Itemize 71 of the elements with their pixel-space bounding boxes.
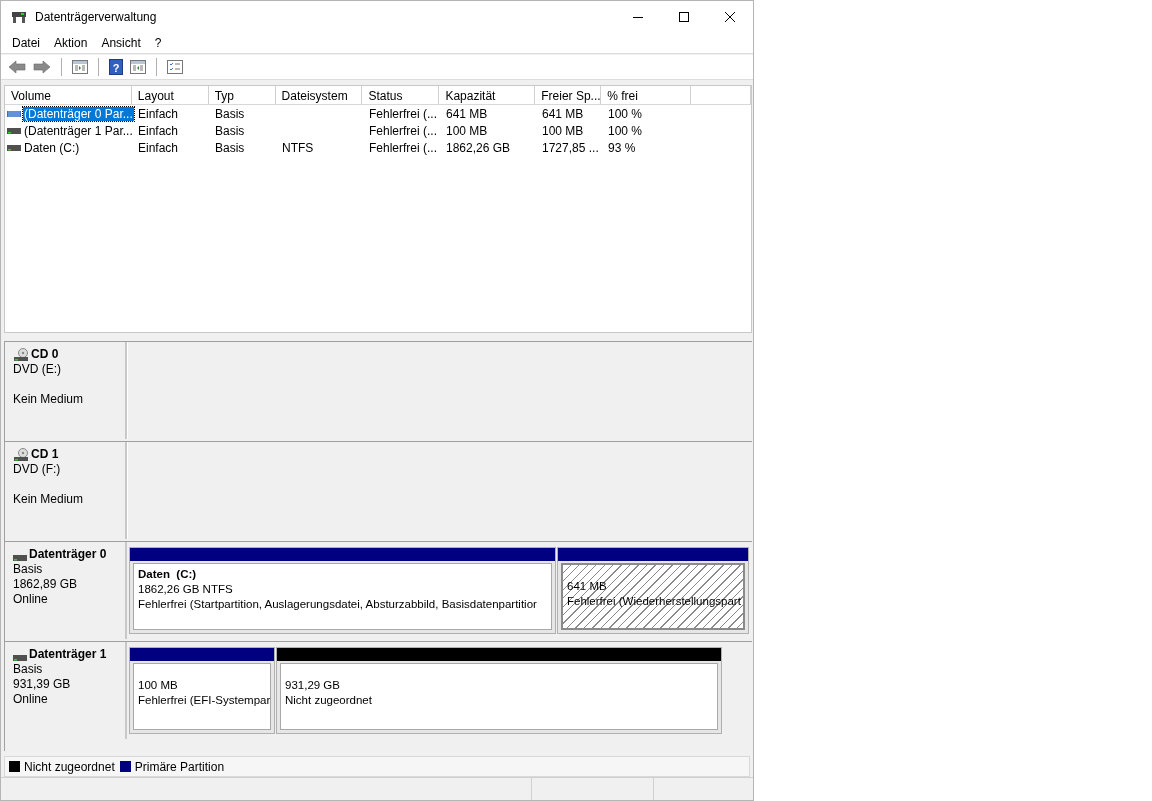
menu-item[interactable]: Datei [5,36,47,50]
window-title: Datenträgerverwaltung [35,10,157,24]
partition[interactable]: 931,29 GB Nicht zugeordnet [276,647,722,734]
table-cell-text: Einfach [137,140,180,155]
partition-detail: Nicht zugeordnet [285,693,373,708]
partition-detail: 931,29 GB [285,678,341,693]
table-cell-text: Einfach [137,106,180,121]
cd-drive-icon [13,348,29,362]
partition-detail: Fehlerfrei (Wiederherstellungspart [567,594,739,609]
table-cell-text: 100 MB [445,123,489,138]
table-cell-text: 1862,26 GB [445,140,512,155]
panel-icon[interactable] [130,60,146,74]
table-cell-text: Basis [214,106,246,121]
table-cell-text: Basis [214,140,246,155]
partition[interactable]: 641 MB Fehlerfrei (Wiederherstellungspart [557,547,749,634]
table-cell-text: Einfach [137,123,180,138]
disk-detail: Basis [13,662,44,677]
volume-name[interactable]: (Datenträger 1 Par... [23,123,134,138]
drive-icon [7,143,21,152]
disk-detail: 1862,89 GB [13,577,79,592]
disk-name: CD 1 [31,447,59,462]
close-icon [725,12,735,22]
disk-name: CD 0 [31,347,59,362]
drive-icon [13,554,27,562]
volume-name[interactable]: (Datenträger 0 Par... [23,106,134,121]
menu-item[interactable]: Aktion [47,36,95,50]
disk-name: Datenträger 1 [29,647,107,662]
table-cell-text: NTFS [281,140,315,155]
partition[interactable]: 100 MB Fehlerfrei (EFI-Systempar [129,647,275,734]
disk-detail: Basis [13,562,44,577]
disk-detail: DVD (E:) [13,362,62,377]
menu-item[interactable]: ? [147,36,169,50]
disk-status: Kein Medium [13,392,85,407]
table-cell-text: 93 % [607,140,637,155]
partition-detail: 100 MB [138,678,179,693]
table-cell-text: Fehlerfrei (... [368,123,438,138]
table-cell-text: Fehlerfrei (... [368,140,438,155]
drive-icon [13,654,27,662]
cd-drive-icon [13,448,29,462]
disk-status: Kein Medium [13,492,85,507]
disk-detail: DVD (F:) [13,462,62,477]
menu-item[interactable]: Ansicht [94,36,148,50]
maximize-icon [679,12,689,22]
disk-detail: Online [13,692,49,707]
drive-icon [7,109,21,118]
disk-detail: 931,39 GB [13,677,72,692]
back-arrow-icon[interactable] [8,60,26,74]
forward-arrow-icon[interactable] [33,60,51,74]
drive-icon [7,126,21,135]
panel-icon[interactable] [72,60,88,74]
table-cell-text: 1727,85 ... [541,140,600,155]
table-cell-text: 100 MB [541,123,585,138]
volume-name[interactable]: Daten (C:) [23,140,81,155]
partition-detail: Fehlerfrei (Startpartition, Auslagerungsdatei, Absturzabbild, Basisdatenpartitior [138,597,538,612]
legend-label: Nicht zugeordnet [24,759,115,774]
help-icon[interactable]: ? [109,59,123,75]
partition[interactable]: Daten (C:) 1862,26 GB NTFS Fehlerfrei (Startpartition, Auslagerungsdatei, Absturzabbild, Basisdatenpartitior [129,547,556,634]
app-icon [11,10,27,24]
partition-detail: 1862,26 GB NTFS [138,582,234,597]
table-cell-text: 641 MB [541,106,585,121]
table-cell-text: Fehlerfrei (... [368,106,438,121]
checklist-icon[interactable] [167,60,183,74]
table-cell-text: 100 % [607,123,644,138]
partition-title: Daten (C:) [138,567,198,582]
table-cell-text: Basis [214,123,246,138]
partition-detail: 641 MB [567,579,608,594]
table-cell-text: 100 % [607,106,644,121]
table-cell-text: 641 MB [445,106,489,121]
legend-label: Primäre Partition [134,759,225,774]
disk-detail: Online [13,592,49,607]
disk-name: Datenträger 0 [29,547,107,562]
